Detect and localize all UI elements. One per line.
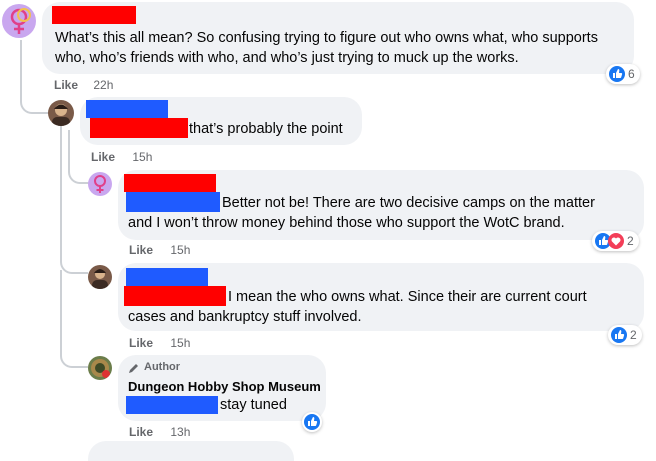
comment-actions: Like 22h: [54, 78, 113, 92]
redacted-author-name: [86, 100, 168, 118]
reaction-count: 2: [630, 328, 637, 342]
reaction-summary[interactable]: 2: [592, 231, 639, 251]
comment-text: cases and bankruptcy stuff involved.: [128, 309, 362, 325]
avatar[interactable]: [48, 100, 74, 126]
venus-symbol-icon: [10, 8, 31, 34]
reaction-summary[interactable]: [302, 412, 322, 432]
pencil-icon: [129, 364, 138, 373]
redacted-mention: [126, 396, 218, 414]
timestamp[interactable]: 15h: [170, 243, 190, 257]
like-reaction-icon: [304, 414, 320, 430]
shop-logo-icon: [91, 359, 110, 378]
comment-text: I mean the who owns what. Since their ar…: [228, 289, 587, 305]
venus-symbol-icon: [94, 175, 106, 193]
timestamp[interactable]: 22h: [93, 78, 113, 92]
person-photo-icon: [92, 269, 108, 289]
comment-actions: Like 15h: [129, 336, 190, 350]
timestamp[interactable]: 13h: [170, 425, 190, 439]
comment-text: who, who’s friends with who, and who’s j…: [55, 50, 519, 66]
like-button[interactable]: Like: [129, 336, 153, 350]
reaction-count: 2: [627, 234, 634, 248]
like-button[interactable]: Like: [54, 78, 78, 92]
comment-text: that’s probably the point: [189, 121, 343, 137]
redacted-mention: [126, 192, 220, 212]
redacted-mention: [90, 118, 188, 138]
redacted-mention: [124, 286, 226, 306]
timestamp[interactable]: 15h: [170, 336, 190, 350]
avatar[interactable]: [88, 265, 112, 289]
avatar[interactable]: [2, 4, 36, 38]
thread-line-reply-3: [60, 270, 88, 368]
comment-actions: Like 15h: [91, 150, 152, 164]
comment-text: Better not be! There are two decisive ca…: [222, 195, 595, 211]
avatar[interactable]: [88, 356, 112, 380]
timestamp[interactable]: 15h: [132, 150, 152, 164]
like-reaction-icon: [611, 327, 627, 343]
comment-text: and I won’t throw money behind those who…: [128, 215, 565, 231]
comment-bubble-partial: [88, 441, 294, 461]
redacted-author-name: [124, 174, 216, 192]
person-photo-icon: [52, 104, 70, 126]
like-reaction-icon: [609, 66, 625, 82]
comment-actions: Like 13h: [129, 425, 190, 439]
love-reaction-icon: [608, 233, 624, 249]
redacted-author-name: [126, 268, 208, 286]
avatar[interactable]: [88, 172, 112, 196]
redacted-author-name: [52, 6, 136, 24]
reaction-count: 6: [628, 67, 635, 81]
author-tag: Author: [144, 361, 181, 373]
like-button[interactable]: Like: [91, 150, 115, 164]
reaction-summary[interactable]: 6: [606, 64, 640, 84]
comment-actions: Like 15h: [129, 243, 190, 257]
reaction-summary[interactable]: 2: [608, 325, 642, 345]
like-button[interactable]: Like: [129, 425, 153, 439]
author-name[interactable]: Dungeon Hobby Shop Museum: [128, 379, 321, 394]
comment-text: What’s this all mean? So confusing tryin…: [55, 30, 598, 46]
comment-text: stay tuned: [220, 397, 287, 413]
like-button[interactable]: Like: [129, 243, 153, 257]
